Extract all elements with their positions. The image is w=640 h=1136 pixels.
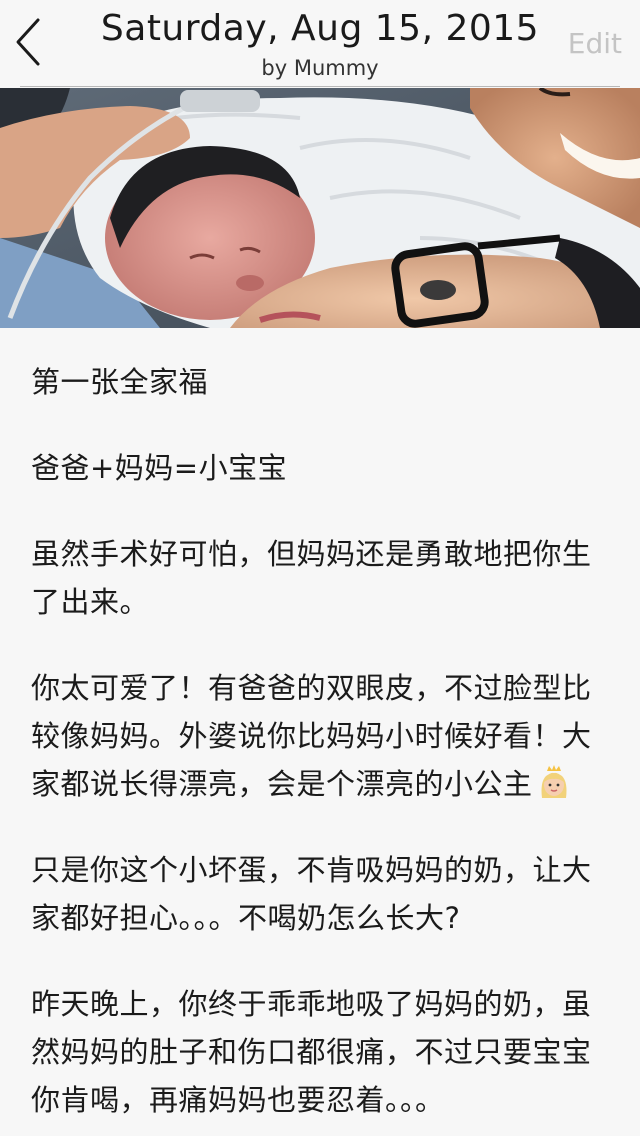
entry-paragraph-with-emoji: 你太可爱了！有爸爸的双眼皮，不过脸型比较像妈妈。外婆说你比妈妈小时候好看！大家都… xyxy=(31,664,616,808)
entry-paragraph: 第一张全家福 xyxy=(31,365,209,399)
navigation-bar: Saturday, Aug 15, 2015 by Mummy Edit xyxy=(0,0,640,88)
back-button[interactable] xyxy=(8,14,52,70)
entry-paragraph: 昨天晚上，你终于乖乖地吸了妈妈的奶，虽然妈妈的肚子和伤口都很痛，不过只要宝宝你肯… xyxy=(31,987,592,1117)
journal-entry-screen: Saturday, Aug 15, 2015 by Mummy Edit 第一张… xyxy=(0,0,640,1136)
princess-emoji-icon xyxy=(534,762,574,802)
nav-divider xyxy=(20,86,620,87)
entry-author: by Mummy xyxy=(261,56,379,80)
chevron-left-icon xyxy=(16,18,40,66)
entry-paragraph: 爸爸+妈妈=小宝宝 xyxy=(31,451,288,485)
entry-body[interactable]: 第一张全家福 爸爸+妈妈=小宝宝 虽然手术好可怕，但妈妈还是勇敢地把你生了出来。… xyxy=(31,358,616,1136)
entry-paragraph-text: 你太可爱了！有爸爸的双眼皮，不过脸型比较像妈妈。外婆说你比妈妈小时候好看！大家都… xyxy=(31,671,592,801)
entry-paragraph: 只是你这个小坏蛋，不肯吸妈妈的奶，让大家都好担心。。。不喝奶怎么长大? xyxy=(31,853,592,935)
entry-paragraph: 虽然手术好可怕，但妈妈还是勇敢地把你生了出来。 xyxy=(31,537,592,619)
edit-button[interactable]: Edit xyxy=(568,26,622,62)
family-photo[interactable] xyxy=(0,88,640,328)
entry-date-title: Saturday, Aug 15, 2015 xyxy=(100,8,540,49)
